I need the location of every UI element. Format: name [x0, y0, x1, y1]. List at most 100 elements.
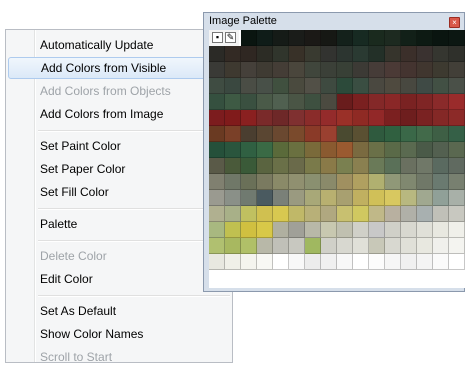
color-swatch[interactable] — [417, 110, 433, 126]
color-swatch[interactable] — [305, 190, 321, 206]
color-swatch[interactable] — [273, 254, 289, 270]
color-swatch[interactable] — [305, 254, 321, 270]
color-swatch[interactable] — [449, 30, 465, 46]
color-swatch[interactable] — [257, 174, 273, 190]
color-swatch[interactable] — [369, 238, 385, 254]
color-swatch[interactable] — [337, 30, 353, 46]
color-swatch[interactable] — [305, 110, 321, 126]
color-swatch[interactable] — [305, 46, 321, 62]
color-swatch[interactable] — [257, 206, 273, 222]
color-swatch[interactable] — [401, 126, 417, 142]
color-swatch[interactable] — [369, 126, 385, 142]
color-swatch[interactable] — [241, 78, 257, 94]
color-swatch[interactable] — [225, 62, 241, 78]
color-swatch[interactable] — [289, 158, 305, 174]
color-swatch[interactable] — [337, 78, 353, 94]
color-swatch[interactable] — [289, 142, 305, 158]
color-swatch[interactable] — [369, 110, 385, 126]
color-swatch[interactable] — [433, 142, 449, 158]
color-swatch[interactable] — [225, 158, 241, 174]
menu-item-set-as-default[interactable]: Set As Default — [8, 300, 230, 322]
color-swatch[interactable] — [385, 78, 401, 94]
color-swatch[interactable] — [433, 222, 449, 238]
menu-item-edit-color[interactable]: Edit Color — [8, 268, 230, 290]
color-swatch[interactable] — [385, 206, 401, 222]
color-swatch[interactable] — [433, 126, 449, 142]
color-swatch[interactable] — [385, 142, 401, 158]
color-swatch[interactable] — [321, 110, 337, 126]
menu-item-add-colors-from-image[interactable]: Add Colors from Image — [8, 103, 230, 125]
color-swatch[interactable] — [417, 126, 433, 142]
color-swatch[interactable] — [225, 222, 241, 238]
color-swatch[interactable] — [417, 238, 433, 254]
color-swatch[interactable] — [209, 62, 225, 78]
color-swatch[interactable] — [417, 222, 433, 238]
color-swatch[interactable] — [289, 30, 305, 46]
color-swatch[interactable] — [369, 78, 385, 94]
color-swatch[interactable] — [225, 110, 241, 126]
color-swatch[interactable] — [257, 222, 273, 238]
color-swatch[interactable] — [369, 46, 385, 62]
color-swatch[interactable] — [273, 94, 289, 110]
color-swatch[interactable] — [321, 158, 337, 174]
color-swatch[interactable] — [449, 174, 465, 190]
color-swatch[interactable] — [209, 254, 225, 270]
color-swatch[interactable] — [241, 126, 257, 142]
color-swatch[interactable] — [401, 94, 417, 110]
color-swatch[interactable] — [321, 126, 337, 142]
color-swatch[interactable] — [401, 174, 417, 190]
color-swatch[interactable] — [385, 126, 401, 142]
color-swatch[interactable] — [241, 174, 257, 190]
color-swatch[interactable] — [449, 78, 465, 94]
color-swatch[interactable] — [257, 190, 273, 206]
color-swatch[interactable] — [305, 30, 321, 46]
color-swatch[interactable] — [289, 238, 305, 254]
color-swatch[interactable] — [289, 190, 305, 206]
color-swatch[interactable] — [385, 94, 401, 110]
color-swatch[interactable] — [241, 94, 257, 110]
color-swatch[interactable] — [241, 46, 257, 62]
color-swatch[interactable] — [209, 46, 225, 62]
color-swatch[interactable] — [353, 222, 369, 238]
color-swatch[interactable] — [241, 206, 257, 222]
color-swatch[interactable] — [353, 94, 369, 110]
color-swatch[interactable] — [417, 30, 433, 46]
color-swatch[interactable] — [337, 174, 353, 190]
color-swatch[interactable] — [305, 206, 321, 222]
color-swatch[interactable] — [273, 110, 289, 126]
color-swatch[interactable] — [449, 94, 465, 110]
color-swatch[interactable] — [209, 94, 225, 110]
color-swatch[interactable] — [337, 94, 353, 110]
color-swatch[interactable] — [401, 206, 417, 222]
color-swatch[interactable] — [369, 222, 385, 238]
color-swatch[interactable] — [353, 238, 369, 254]
color-swatch[interactable] — [321, 142, 337, 158]
color-swatch[interactable] — [385, 222, 401, 238]
color-swatch[interactable] — [417, 254, 433, 270]
color-swatch[interactable] — [257, 254, 273, 270]
color-swatch[interactable] — [241, 190, 257, 206]
color-swatch[interactable] — [353, 142, 369, 158]
color-swatch[interactable] — [353, 254, 369, 270]
color-swatch[interactable] — [273, 206, 289, 222]
color-swatch[interactable] — [369, 174, 385, 190]
color-swatch[interactable] — [289, 46, 305, 62]
menu-item-show-color-names[interactable]: Show Color Names — [8, 323, 230, 345]
color-swatch[interactable] — [289, 78, 305, 94]
color-swatch[interactable] — [241, 30, 257, 46]
color-swatch[interactable] — [321, 94, 337, 110]
color-swatch[interactable] — [209, 190, 225, 206]
color-swatch[interactable] — [433, 30, 449, 46]
menu-item-set-paint-color[interactable]: Set Paint Color — [8, 135, 230, 157]
color-swatch[interactable] — [321, 254, 337, 270]
color-swatch[interactable] — [241, 62, 257, 78]
color-swatch[interactable] — [209, 78, 225, 94]
color-swatch[interactable] — [289, 174, 305, 190]
color-swatch[interactable] — [433, 238, 449, 254]
color-swatch[interactable] — [401, 142, 417, 158]
color-swatch[interactable] — [353, 158, 369, 174]
color-swatch[interactable] — [257, 158, 273, 174]
color-swatch[interactable] — [305, 78, 321, 94]
color-swatch[interactable] — [337, 110, 353, 126]
color-swatch[interactable] — [257, 94, 273, 110]
